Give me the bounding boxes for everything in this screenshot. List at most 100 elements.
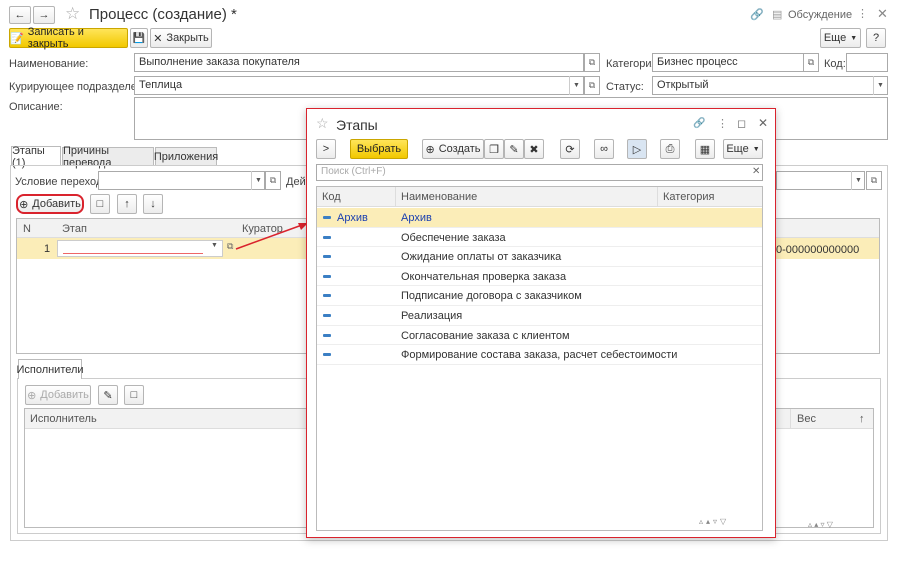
delete-stage-button[interactable]: □ [90,194,110,214]
list-item[interactable]: Ожидание оплаты от заказчика [317,247,762,267]
search-input[interactable]: Поиск (Ctrl+F) [316,164,763,181]
list-item[interactable]: Формирование состава заказа, расчет себе… [317,345,762,365]
item-code: Архив [337,212,368,224]
condition-dropdown[interactable]: ▼ [251,171,265,190]
link-icon[interactable]: 🔗 [693,118,705,129]
row-id-value: 0-000000000000 [776,244,860,256]
arrow-right-icon: → [38,9,50,21]
chat-icon[interactable]: ▤ [772,8,782,21]
open-icon: ⧉ [269,175,277,185]
open-icon: ⧉ [807,57,815,67]
delete-executor-button[interactable]: □ [124,385,144,405]
code-field[interactable] [846,53,888,72]
item-icon [323,353,331,357]
discussion-link[interactable]: Обсуждение [788,9,852,21]
col-weight: Вес [797,413,816,425]
more-button[interactable]: Еще ▼ [820,28,861,48]
status-dropdown[interactable]: ▼ [873,76,887,95]
condition-field[interactable] [98,171,265,190]
status-field[interactable]: Открытый [652,76,888,95]
maximize-icon[interactable]: ◻ [737,117,746,130]
arrow-down-icon: ↓ [150,198,156,210]
trash-icon: □ [130,389,138,401]
dept-dropdown[interactable]: ▼ [569,76,583,95]
chevron-down-icon[interactable]: ▼ [211,242,218,249]
list-item[interactable]: Архив Архив [317,208,762,228]
open-icon: ⧉ [588,57,596,67]
save-close-button[interactable]: 📝 Записать и закрыть [9,26,128,50]
desc-label: Описание: [9,101,63,113]
name-open-button[interactable]: ⧉ [584,53,600,72]
dropdown-icon: ▼ [850,34,858,42]
menu-icon[interactable]: ⋮ [717,117,728,130]
close-button[interactable]: ✕ Закрыть [150,28,212,48]
refresh-button[interactable]: ⟳ [560,139,580,159]
menu-icon[interactable]: ⋮ [857,7,868,20]
category-field[interactable]: Бизнес процесс [652,53,804,72]
stage-cell-input[interactable] [57,240,223,257]
dept-open-button[interactable]: ⧉ [584,76,600,95]
open-icon: ⧉ [588,80,596,90]
mark-delete-button[interactable]: ✖ [524,139,544,159]
column-divider [657,187,658,207]
find-button[interactable]: ∞ [594,139,614,159]
add-stage-button[interactable]: ⊕ Добавить [16,194,84,214]
tab-executors[interactable]: Исполнители [16,359,84,379]
list-item[interactable]: Окончательная проверка заказа [317,267,762,287]
item-name: Ожидание оплаты от заказчика [401,251,562,264]
pencil-icon: ✎ [103,389,113,402]
action-open-button[interactable]: ⧉ [866,171,882,190]
item-name: Обеспечение заказа [401,231,506,244]
move-up-button[interactable]: ↑ [117,194,137,214]
chevron-right-icon: > [322,143,330,155]
help-button[interactable]: ? [866,28,886,48]
dialog-title: Этапы [336,117,378,133]
clear-search-icon[interactable]: ✕ [752,166,760,177]
nav-buttons: ▵▴▿▽ [699,517,730,526]
category-open-button[interactable]: ⧉ [803,53,819,72]
copy-button[interactable]: ❐ [484,139,504,159]
link-icon[interactable]: 🔗 [750,8,764,21]
item-name: Реализация [401,310,463,322]
column-divider [790,409,791,429]
condition-open-button[interactable]: ⧉ [265,171,281,190]
stage-cell-error-line [63,253,203,254]
select-button[interactable]: Выбрать [350,139,408,159]
edit-button[interactable]: ✎ [504,139,524,159]
star-icon[interactable]: ☆ [316,115,329,132]
tab-transfer-reasons[interactable]: Причины перевода [62,145,154,169]
name-field[interactable]: Выполнение заказа покупателя [134,53,584,72]
list-item[interactable]: Обеспечение заказа [317,228,762,248]
add-executor-button[interactable]: ⊕ Добавить [25,385,91,405]
item-icon [323,294,331,298]
stages-rows: Архив Архив Обеспечение заказа Ожидание опл… [316,208,763,388]
table-settings-button[interactable]: ▦ [695,139,715,159]
column-divider [395,187,396,207]
save-close-icon: 📝 [10,32,24,45]
dept-field[interactable]: Теплица [134,76,584,95]
list-item[interactable]: Реализация [317,306,762,326]
close-icon[interactable]: ✕ [877,6,888,22]
create-button[interactable]: ⊕ Создать [422,139,484,159]
filter-mode-button[interactable]: ▷ [627,139,647,159]
sort-up-icon[interactable]: ↑ [859,413,865,425]
print-button[interactable]: ⎙ [660,139,680,159]
arrow-up-icon: ↑ [124,198,130,210]
tab-stages[interactable]: Этапы (1) [11,145,61,169]
table-icon: ▦ [699,143,711,156]
back-button[interactable]: ← [9,6,31,24]
forward-button[interactable]: → [33,6,55,24]
save-button[interactable]: 💾 [130,28,148,48]
list-item[interactable]: Подписание договора с заказчиком [317,286,762,306]
star-icon[interactable]: ☆ [65,4,80,24]
list-item[interactable]: Согласование заказа с клиентом [317,326,762,346]
tab-attachments[interactable]: Приложения [154,147,218,166]
edit-executor-button[interactable]: ✎ [98,385,118,405]
expand-button[interactable]: > [316,139,336,159]
col-name: Наименование [401,191,478,203]
move-down-button[interactable]: ↓ [143,194,163,214]
action-dropdown[interactable]: ▼ [851,171,865,190]
arrow-left-icon: ← [14,9,26,21]
close-icon[interactable]: ✕ [758,116,768,130]
dialog-more-button[interactable]: Еще ▼ [723,139,763,159]
